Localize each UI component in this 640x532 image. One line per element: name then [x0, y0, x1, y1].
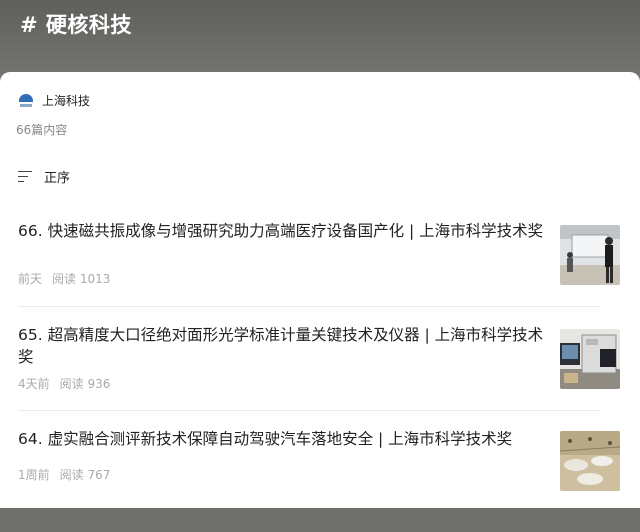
article-title[interactable]: 65. 超高精度大口径绝对面形光学标准计量关键技术及仪器 | 上海市科学技术奖	[18, 324, 548, 368]
article-reads: 936	[87, 377, 111, 391]
article-title[interactable]: 66. 快速磁共振成像与增强研究助力高端医疗设备国产化 | 上海市科学技术奖	[18, 220, 548, 242]
divider	[18, 306, 600, 307]
article-meta: 4天前 阅读 936	[18, 375, 110, 392]
article-item[interactable]: 64. 虚实融合测评新技术保障自动驾驶汽车落地安全 | 上海市科学技术奖 1周前…	[18, 428, 620, 532]
sort-toggle[interactable]: 正序	[18, 167, 70, 186]
article-thumbnail[interactable]	[560, 225, 620, 285]
article-reads: 1013	[79, 272, 111, 286]
account-row[interactable]: 上海科技	[18, 92, 90, 109]
article-thumbnail[interactable]	[560, 329, 620, 389]
content-count: 66篇内容	[16, 123, 68, 137]
article-reads-label: 阅读	[52, 272, 77, 286]
sort-icon	[18, 170, 34, 184]
account-name[interactable]: 上海科技	[42, 92, 90, 109]
sort-label: 正序	[44, 171, 71, 186]
article-reads: 767	[87, 468, 111, 482]
shanghai-tech-logo-icon	[18, 93, 34, 109]
article-time: 1周前	[18, 468, 50, 482]
article-meta: 前天 阅读 1013	[18, 270, 110, 287]
article-thumbnail[interactable]	[560, 431, 620, 491]
article-title[interactable]: 64. 虚实融合测评新技术保障自动驾驶汽车落地安全 | 上海市科学技术奖	[18, 428, 548, 450]
article-time: 4天前	[18, 377, 50, 391]
divider	[18, 410, 600, 411]
content-card: 上海科技 66篇内容 正序 66. 快速磁共振成像与增强研究助力高端医疗设备国产…	[0, 72, 640, 508]
article-reads-label: 阅读	[59, 468, 84, 482]
article-item[interactable]: 66. 快速磁共振成像与增强研究助力高端医疗设备国产化 | 上海市科学技术奖 前…	[18, 220, 620, 324]
topic-title: # 硬核科技	[20, 13, 132, 37]
article-time: 前天	[18, 272, 43, 286]
article-item[interactable]: 65. 超高精度大口径绝对面形光学标准计量关键技术及仪器 | 上海市科学技术奖 …	[18, 324, 620, 428]
article-meta: 1周前 阅读 767	[18, 466, 110, 483]
article-reads-label: 阅读	[59, 377, 84, 391]
